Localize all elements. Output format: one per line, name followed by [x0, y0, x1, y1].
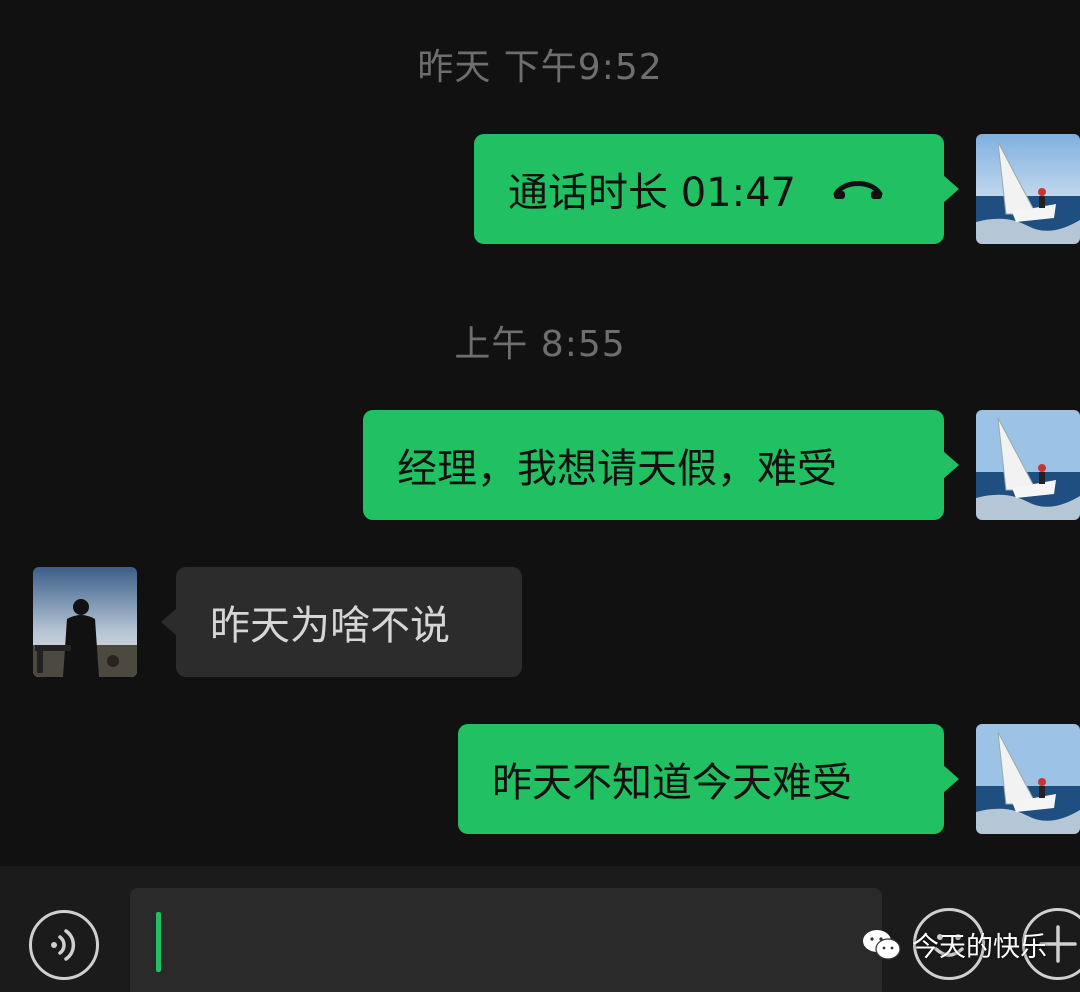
call-record-bubble[interactable]: 通话时长 01:47 [474, 134, 959, 244]
sailboat-avatar-image [976, 724, 1080, 834]
timestamp: 上午 8:55 [454, 324, 626, 365]
my-avatar[interactable] [976, 410, 1080, 520]
outgoing-message[interactable]: 经理，我想请天假，难受 [363, 410, 959, 520]
message-text: 经理，我想请天假，难受 [397, 446, 837, 492]
chat-screen: 昨天 下午9:52 通话时长 01:47 上午 8:55 经理，我想请天假，难受… [0, 0, 1080, 992]
person-silhouette-avatar-image [33, 567, 137, 677]
sailboat-avatar-image [976, 410, 1080, 520]
watermark-text: 今天的快乐 [912, 932, 1047, 963]
watermark: 今天的快乐 [862, 925, 1047, 964]
call-duration-label: 通话时长 01:47 [508, 170, 796, 216]
voice-input-button[interactable] [29, 910, 99, 980]
sailboat-avatar-image [976, 134, 1080, 244]
my-avatar[interactable] [976, 724, 1080, 834]
contact-avatar[interactable] [33, 567, 137, 677]
timestamp: 昨天 下午9:52 [417, 47, 663, 88]
wechat-logo [863, 929, 901, 960]
outgoing-message[interactable]: 昨天不知道今天难受 [458, 724, 959, 834]
message-text: 昨天不知道今天难受 [492, 760, 852, 806]
incoming-message[interactable]: 昨天为啥不说 [161, 567, 522, 677]
message-text: 昨天为啥不说 [210, 603, 450, 649]
phone-hangup-icon [833, 181, 883, 199]
text-caret [156, 912, 161, 972]
message-input[interactable] [130, 888, 882, 992]
my-avatar[interactable] [976, 134, 1080, 244]
voice-icon [51, 929, 76, 961]
